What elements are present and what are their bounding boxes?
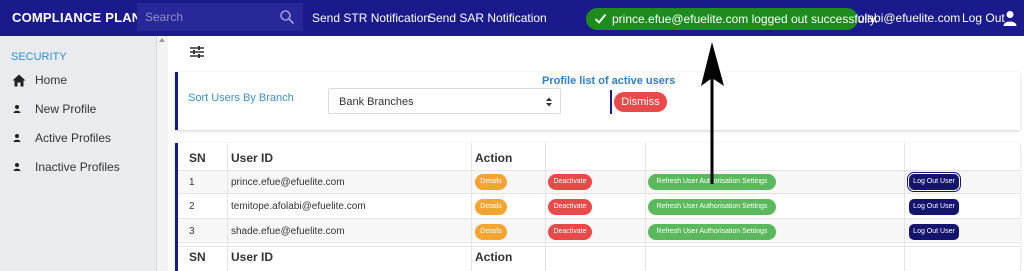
home-icon (12, 74, 26, 87)
column-header-action[interactable]: Action (475, 151, 512, 165)
column-header-sn[interactable]: SN (189, 151, 206, 165)
row-divider (178, 170, 1020, 171)
sidebar: SECURITY Home New Profile Active Profile… (0, 36, 157, 271)
row-sn: 1 (189, 177, 195, 188)
annotation-arrow-icon (701, 42, 724, 184)
row-user-id: shade.efue@efuelite.com (231, 226, 345, 237)
sidebar-item-label: Home (35, 73, 68, 87)
log-out-user-button[interactable]: Log Out User (909, 224, 959, 240)
filter-sliders-icon[interactable] (189, 45, 205, 59)
row-divider (178, 193, 1020, 194)
refresh-authorisation-button[interactable]: Refresh User Authorisation Settings (648, 199, 776, 215)
person-icon (13, 105, 21, 113)
log-out-user-button[interactable]: Log Out User (909, 174, 959, 190)
deactivate-button[interactable]: Deactivate (548, 199, 592, 215)
column-divider (471, 143, 472, 271)
branch-select-value: Bank Branches (339, 96, 414, 108)
profile-list-heading: Profile list of active users (542, 75, 676, 87)
deactivate-button[interactable]: Deactivate (548, 174, 592, 190)
sidebar-heading: SECURITY (11, 51, 67, 63)
sidebar-item-home[interactable]: Home (12, 72, 152, 90)
row-user-id: prince.efue@efuelite.com (231, 177, 345, 188)
column-header-user-id[interactable]: User ID (231, 151, 273, 165)
refresh-authorisation-button[interactable]: Refresh User Authorisation Settings (648, 224, 776, 240)
users-table: SN User ID Action 1 prince.efue@efuelite… (175, 143, 1020, 271)
toast-notification: prince.efue@efuelite.com logged out succ… (586, 8, 878, 30)
sidebar-item-new-profile[interactable]: New Profile (12, 101, 152, 119)
search-icon[interactable] (279, 9, 295, 25)
sidebar-item-label: Active Profiles (35, 131, 112, 145)
sidebar-item-label: Inactive Profiles (35, 160, 120, 174)
select-arrows-icon (546, 97, 552, 107)
sort-by-branch-label: Sort Users By Branch (188, 92, 294, 104)
filter-panel: Sort Users By Branch Bank Branches Profi… (175, 72, 1020, 130)
footer-header-sn: SN (189, 250, 206, 264)
details-button[interactable]: Details (475, 199, 507, 215)
column-divider (645, 143, 646, 271)
logout-link[interactable]: Log Out (962, 11, 1005, 25)
footer-header-user-id: User ID (231, 250, 274, 264)
sidebar-item-label: New Profile (35, 102, 97, 116)
column-divider (904, 143, 905, 271)
column-divider (545, 143, 546, 271)
search-input[interactable]: Search (145, 10, 183, 24)
footer-header-action: Action (475, 250, 513, 264)
branch-select[interactable]: Bank Branches (328, 88, 561, 114)
dismiss-button[interactable]: Dismiss (614, 92, 667, 112)
send-sar-link[interactable]: Send SAR Notification (428, 11, 547, 25)
toast-message: prince.efue@efuelite.com logged out succ… (612, 12, 879, 26)
row-divider (178, 246, 1020, 247)
row-divider (178, 218, 1020, 219)
deactivate-button[interactable]: Deactivate (548, 224, 592, 240)
check-icon (594, 13, 607, 24)
filter-text-input[interactable] (610, 90, 1020, 114)
sidebar-item-active-profiles[interactable]: Active Profiles (12, 130, 152, 148)
row-divider (178, 242, 1020, 243)
column-divider (227, 143, 228, 271)
sidebar-scrollbar[interactable] (157, 36, 168, 271)
person-icon (13, 163, 21, 171)
user-icon[interactable] (1003, 10, 1017, 26)
row-sn: 2 (189, 201, 195, 212)
sidebar-item-inactive-profiles[interactable]: Inactive Profiles (12, 159, 152, 177)
details-button[interactable]: Details (475, 174, 507, 190)
scroll-up-arrow-icon[interactable] (159, 38, 165, 42)
log-out-user-button[interactable]: Log Out User (909, 199, 959, 215)
row-user-id: temitope.afolabi@efuelite.com (231, 201, 366, 212)
send-str-link[interactable]: Send STR Notification (312, 11, 430, 25)
search-box[interactable]: Search (137, 3, 303, 31)
details-button[interactable]: Details (475, 224, 507, 240)
person-icon (13, 134, 21, 142)
row-sn: 3 (189, 226, 195, 237)
